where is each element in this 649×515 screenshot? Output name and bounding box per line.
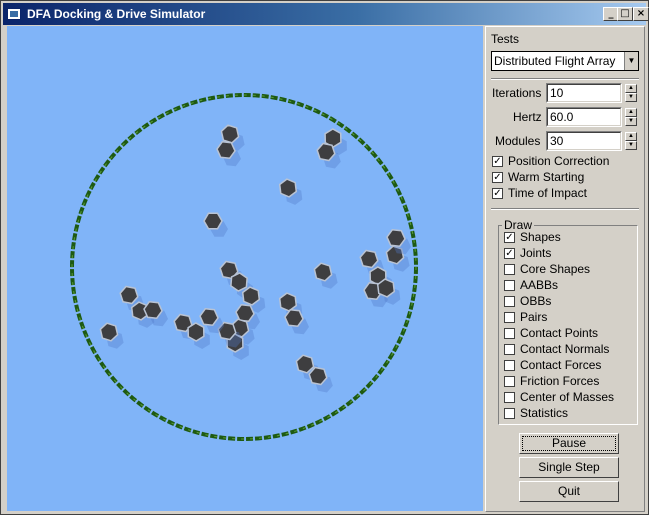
control-panel: Tests Distributed Flight Array ▼ Iterati… [485, 26, 645, 512]
checkbox[interactable] [504, 392, 515, 403]
checkbox-label: Contact Forces [520, 358, 602, 372]
flight-module [278, 292, 298, 312]
modules-value: 30 [550, 134, 564, 148]
checkbox-label: Friction Forces [520, 374, 600, 388]
flight-module [199, 308, 219, 326]
iterations-label: Iterations [492, 86, 542, 100]
flight-module [376, 278, 396, 298]
spin-down-icon[interactable]: ▼ [625, 93, 637, 102]
checkbox-label: Pairs [520, 310, 548, 324]
simulation-viewport[interactable] [7, 26, 483, 511]
checkbox-label: Statistics [520, 406, 569, 420]
dropdown-arrow-icon[interactable]: ▼ [624, 52, 638, 70]
checkbox-label: Position Correction [508, 154, 610, 168]
spin-up-icon[interactable]: ▲ [625, 132, 637, 141]
checkbox-label: Warm Starting [508, 170, 585, 184]
flight-module [143, 301, 163, 319]
iterations-value: 10 [550, 86, 564, 100]
spin-up-icon[interactable]: ▲ [625, 84, 637, 93]
close-button[interactable]: × [633, 7, 649, 21]
checkbox[interactable]: ✓ [492, 188, 503, 199]
arena-boundary [70, 93, 418, 441]
checkbox[interactable] [504, 376, 515, 387]
pause-button[interactable]: Pause [519, 433, 619, 454]
app-window: DFA Docking & Drive Simulator _ □ × Test… [0, 0, 649, 515]
window-title: DFA Docking & Drive Simulator [27, 7, 206, 21]
checkbox[interactable]: ✓ [492, 156, 503, 167]
spin-down-icon[interactable]: ▼ [625, 117, 637, 126]
hertz-label: Hertz [513, 110, 542, 124]
checkbox-label: OBBs [520, 294, 552, 308]
checkbox[interactable] [504, 328, 515, 339]
title-bar[interactable]: DFA Docking & Drive Simulator _ □ × [3, 3, 649, 25]
flight-module [216, 141, 236, 159]
modules-field[interactable]: 30 [546, 131, 622, 151]
flight-module [187, 322, 205, 342]
spin-down-icon[interactable]: ▼ [625, 141, 637, 150]
minimize-icon: _ [608, 8, 614, 19]
app-icon [7, 8, 21, 20]
single-step-button[interactable]: Single Step [519, 457, 619, 478]
spin-up-icon[interactable]: ▲ [625, 108, 637, 117]
close-icon: × [636, 8, 646, 19]
flight-module [386, 229, 406, 247]
iterations-spinner[interactable]: ▲ ▼ [625, 84, 637, 102]
checkbox[interactable] [504, 312, 515, 323]
hertz-spinner[interactable]: ▲ ▼ [625, 108, 637, 126]
tests-label: Tests [491, 32, 520, 46]
maximize-button[interactable]: □ [617, 7, 633, 21]
checkbox[interactable]: ✓ [504, 248, 515, 259]
quit-button[interactable]: Quit [519, 481, 619, 502]
flight-module [284, 309, 304, 327]
checkbox-label: AABBs [520, 278, 559, 292]
checkbox[interactable]: ✓ [504, 232, 515, 243]
checkbox[interactable] [504, 360, 515, 371]
iterations-field[interactable]: 10 [546, 83, 622, 103]
modules-label: Modules [495, 134, 541, 148]
checkbox-label: Contact Points [520, 326, 599, 340]
flight-module [230, 272, 248, 292]
separator [491, 208, 639, 210]
checkbox-label: Shapes [520, 230, 561, 244]
checkbox[interactable] [504, 344, 515, 355]
checkbox-label: Time of Impact [508, 186, 587, 200]
flight-module [241, 286, 261, 306]
checkbox-label: Core Shapes [520, 262, 591, 276]
separator [491, 78, 639, 80]
checkbox-label: Center of Masses [520, 390, 615, 404]
flight-module [203, 212, 223, 230]
checkbox[interactable] [504, 296, 515, 307]
checkbox-label: Contact Normals [520, 342, 610, 356]
test-select-value: Distributed Flight Array [494, 54, 616, 68]
checkbox-label: Joints [520, 246, 552, 260]
hertz-field[interactable]: 60.0 [546, 107, 622, 127]
flight-module [278, 178, 298, 198]
checkbox[interactable] [504, 408, 515, 419]
checkbox[interactable] [504, 280, 515, 291]
test-select[interactable]: Distributed Flight Array ▼ [491, 51, 639, 71]
modules-spinner[interactable]: ▲ ▼ [625, 132, 637, 150]
hertz-value: 60.0 [550, 110, 574, 124]
checkbox[interactable]: ✓ [492, 172, 503, 183]
maximize-icon: □ [620, 8, 630, 19]
checkbox[interactable] [504, 264, 515, 275]
simulation-canvas[interactable] [7, 26, 483, 511]
